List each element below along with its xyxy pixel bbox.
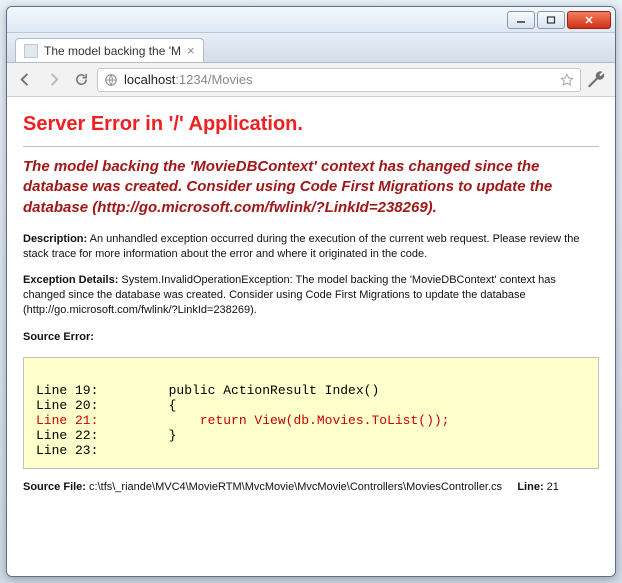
nav-toolbar: localhost:1234/Movies [7,63,615,97]
line-label: Line: [517,481,543,493]
description-text: An unhandled exception occurred during t… [23,233,579,260]
divider [23,146,599,147]
arrow-right-icon [46,72,61,87]
browser-tab[interactable]: The model backing the 'M × [15,38,204,62]
code-before: Line 19: public ActionResult Index() Lin… [36,383,379,413]
source-code-box: Line 19: public ActionResult Index() Lin… [23,357,599,469]
line-number: 21 [547,481,559,493]
code-highlight-line: Line 21: return View(db.Movies.ToList())… [36,413,449,428]
address-bar[interactable]: localhost:1234/Movies [97,68,581,92]
forward-button[interactable] [41,68,65,92]
close-window-button[interactable] [567,11,611,29]
description-label: Description: [23,233,87,245]
wrench-icon [585,68,609,92]
maximize-icon [546,15,556,25]
tab-bar: The model backing the 'M × [7,33,615,63]
reload-button[interactable] [69,68,93,92]
bookmark-star-icon[interactable] [560,73,574,87]
description-block: Description: An unhandled exception occu… [23,232,599,262]
page-favicon [24,44,38,58]
window-titlebar [7,7,615,33]
source-error-label: Source Error: [23,331,94,343]
source-error-block: Source Error: [23,330,599,345]
code-after: Line 22: } Line 23: [36,428,176,458]
tab-title: The model backing the 'M [44,44,181,58]
browser-window: The model backing the 'M × localhost:123… [6,6,616,577]
source-file-label: Source File: [23,481,86,493]
back-button[interactable] [13,68,37,92]
page-content: Server Error in '/' Application. The mod… [7,97,615,576]
maximize-button[interactable] [537,11,565,29]
exception-details-label: Exception Details: [23,274,118,286]
minimize-button[interactable] [507,11,535,29]
arrow-left-icon [18,72,33,87]
reload-icon [74,72,89,87]
tab-close-button[interactable]: × [187,43,195,58]
url-rest: :1234/Movies [175,72,252,87]
globe-icon [104,73,118,87]
url-text: localhost:1234/Movies [124,72,253,87]
url-host: localhost [124,72,175,87]
error-title: Server Error in '/' Application. [23,113,599,136]
source-file-line: Source File: c:\tfs\_riande\MVC4\MovieRT… [23,481,599,493]
exception-details-block: Exception Details: System.InvalidOperati… [23,273,599,318]
minimize-icon [516,15,526,25]
close-icon [584,15,594,25]
source-file-path: c:\tfs\_riande\MVC4\MovieRTM\MvcMovie\Mv… [89,481,502,493]
settings-button[interactable] [585,68,609,92]
error-subtitle: The model backing the 'MovieDBContext' c… [23,157,599,218]
